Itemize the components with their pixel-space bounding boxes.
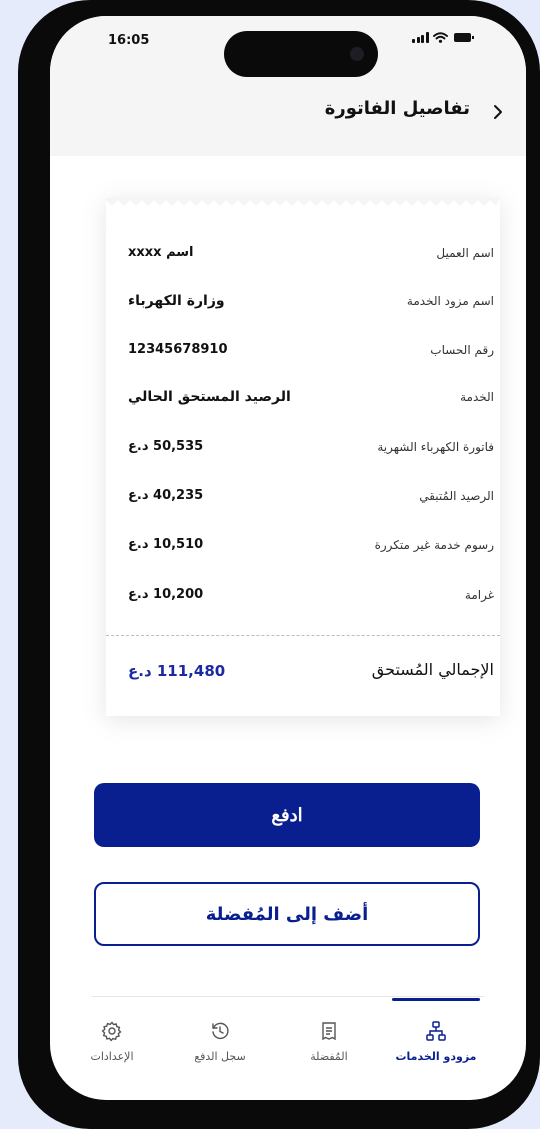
nav-active-indicator — [392, 998, 480, 1001]
bill-row-remaining-balance: الرصيد المُتبقي 40,235 د.ع — [106, 485, 500, 515]
receipt-top-edge — [106, 198, 500, 206]
screen: 16:05 تفاصيل الفاتورة اسم العميل اسم xxx… — [50, 16, 526, 1100]
row-value: 12345678910 — [128, 342, 228, 357]
camera-icon — [350, 47, 364, 61]
row-label: غرامة — [464, 588, 494, 602]
pay-button[interactable]: ادفع — [94, 783, 480, 847]
bill-receipt: اسم العميل اسم xxxx اسم مزود الخدمة وزار… — [106, 198, 500, 716]
row-value: 40,235 د.ع — [128, 488, 204, 503]
total-due-row: الإجمالي المُستحق 111,480 د.ع — [106, 658, 500, 692]
nav-item-payment-history[interactable]: سجل الدفع — [170, 1010, 270, 1080]
nav-label: سجل الدفع — [194, 1050, 246, 1063]
total-label: الإجمالي المُستحق — [371, 660, 494, 679]
receipt-icon — [322, 1022, 336, 1041]
status-icons — [412, 32, 474, 43]
back-button[interactable] — [484, 98, 512, 126]
row-value: 10,510 د.ع — [128, 537, 204, 552]
dashed-divider — [106, 635, 500, 636]
nav-item-favorites[interactable]: المُفضلة — [279, 1010, 379, 1080]
row-value: 50,535 د.ع — [128, 439, 204, 454]
row-label: فاتورة الكهرباء الشهرية — [377, 440, 494, 454]
row-value: اسم xxxx — [128, 245, 194, 260]
row-label: رقم الحساب — [430, 343, 494, 357]
row-label: اسم مزود الخدمة — [406, 294, 494, 308]
nav-label: الإعدادات — [90, 1050, 134, 1063]
total-value: 111,480 د.ع — [128, 662, 226, 680]
bill-row-customer-name: اسم العميل اسم xxxx — [106, 242, 500, 272]
bill-row-service: الخدمة الرصيد المستحق الحالي — [106, 386, 500, 416]
nav-label: المُفضلة — [310, 1050, 348, 1063]
dynamic-island — [224, 31, 378, 77]
nav-item-settings[interactable]: الإعدادات — [62, 1010, 162, 1080]
page-title: تفاصيل الفاتورة — [324, 98, 470, 119]
row-value: الرصيد المستحق الحالي — [128, 389, 291, 405]
phone-frame: 16:05 تفاصيل الفاتورة اسم العميل اسم xxx… — [18, 0, 540, 1129]
receipt-card: اسم العميل اسم xxxx اسم مزود الخدمة وزار… — [106, 198, 500, 716]
bill-row-penalty: غرامة 10,200 د.ع — [106, 584, 500, 614]
chevron-right-icon — [494, 105, 502, 119]
bill-row-account-number: رقم الحساب 12345678910 — [106, 339, 500, 369]
status-time: 16:05 — [108, 33, 150, 48]
bill-row-provider: اسم مزود الخدمة وزارة الكهرباء — [106, 290, 500, 320]
bill-row-monthly-bill: فاتورة الكهرباء الشهرية 50,535 د.ع — [106, 436, 500, 466]
battery-icon — [453, 33, 474, 42]
nav-label: مزودو الخدمات — [395, 1050, 477, 1063]
add-to-favorites-button[interactable]: أضف إلى المُفضلة — [94, 882, 480, 946]
row-label: اسم العميل — [436, 246, 494, 260]
nav-item-service-providers[interactable]: مزودو الخدمات — [386, 1010, 486, 1080]
signal-icon — [412, 32, 429, 43]
row-label: الرصيد المُتبقي — [419, 489, 494, 503]
row-value: وزارة الكهرباء — [128, 293, 225, 309]
gear-icon — [101, 1021, 122, 1042]
history-icon — [212, 1022, 229, 1040]
bottom-navigation: مزودو الخدمات المُفضلة سجل الدفع الإعداد… — [50, 1010, 526, 1080]
page-header: تفاصيل الفاتورة — [50, 98, 526, 138]
bill-row-one-time-fee: رسوم خدمة غير متكررة 10,510 د.ع — [106, 534, 500, 564]
sitemap-icon — [426, 1021, 446, 1041]
row-label: رسوم خدمة غير متكررة — [374, 538, 494, 552]
nav-divider — [92, 996, 484, 997]
wifi-icon — [432, 32, 448, 43]
row-label: الخدمة — [460, 390, 494, 404]
row-value: 10,200 د.ع — [128, 587, 204, 602]
receipt-bottom-edge — [106, 706, 500, 714]
